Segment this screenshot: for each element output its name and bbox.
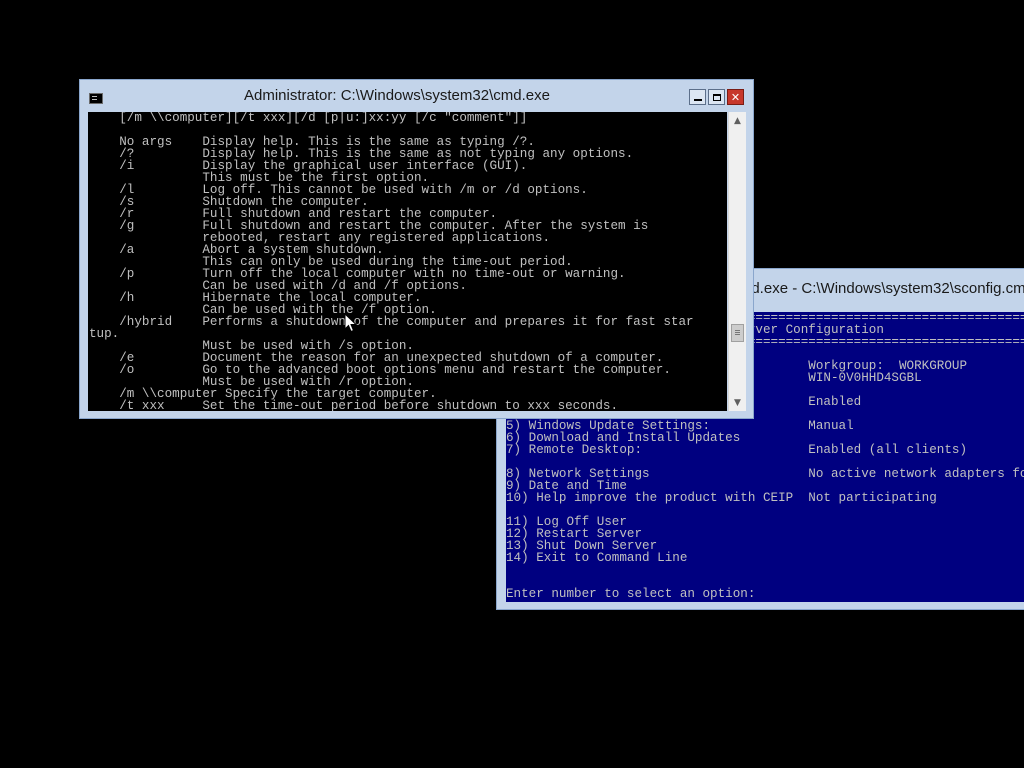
sconfig-console-line: 14) Exit to Command Line <box>506 551 688 565</box>
desktop: nd.exe - C:\Windows\system32\sconfig.cmd… <box>0 0 1024 768</box>
cmd-icon[interactable] <box>89 93 103 104</box>
vertical-scrollbar[interactable]: ▲ ▼ <box>728 112 746 411</box>
maximize-button[interactable] <box>708 89 725 105</box>
cmd-console-line: [/m \\computer][/t xxx][/d [p|u:]xx:yy [… <box>89 112 528 125</box>
mouse-pointer-icon <box>344 313 358 333</box>
sconfig-console-line: Enter number to select an option: <box>506 587 756 601</box>
cmd-console-line: /hybrid Performs a shutdown of the compu… <box>89 315 694 329</box>
sconfig-console-line: 10) Help improve the product with CEIP N… <box>506 491 937 505</box>
scroll-up-icon[interactable]: ▲ <box>729 112 746 129</box>
minimize-button[interactable] <box>689 89 706 105</box>
sconfig-window-title: nd.exe - C:\Windows\system32\sconfig.cmd <box>743 280 1024 297</box>
scroll-thumb[interactable] <box>731 324 744 342</box>
sconfig-console-line <box>506 564 1024 576</box>
sconfig-console-line: 7) Remote Desktop: Enabled (all clients) <box>506 443 968 457</box>
cmd-console[interactable]: [/m \\computer][/t xxx][/d [p|u:]xx:yy [… <box>88 112 727 411</box>
cmd-titlebar[interactable]: Administrator: C:\Windows\system32\cmd.e… <box>80 80 753 110</box>
minimize-icon <box>693 99 702 101</box>
maximize-icon <box>712 93 721 101</box>
cmd-console-line: /t xxx Set the time-out period before sh… <box>89 399 619 411</box>
close-icon: ✕ <box>730 90 741 104</box>
cmd-window-title: Administrator: C:\Windows\system32\cmd.e… <box>244 87 550 104</box>
close-button[interactable]: ✕ <box>727 89 744 105</box>
cmd-window[interactable]: Administrator: C:\Windows\system32\cmd.e… <box>79 79 754 419</box>
scroll-down-icon[interactable]: ▼ <box>729 394 746 411</box>
